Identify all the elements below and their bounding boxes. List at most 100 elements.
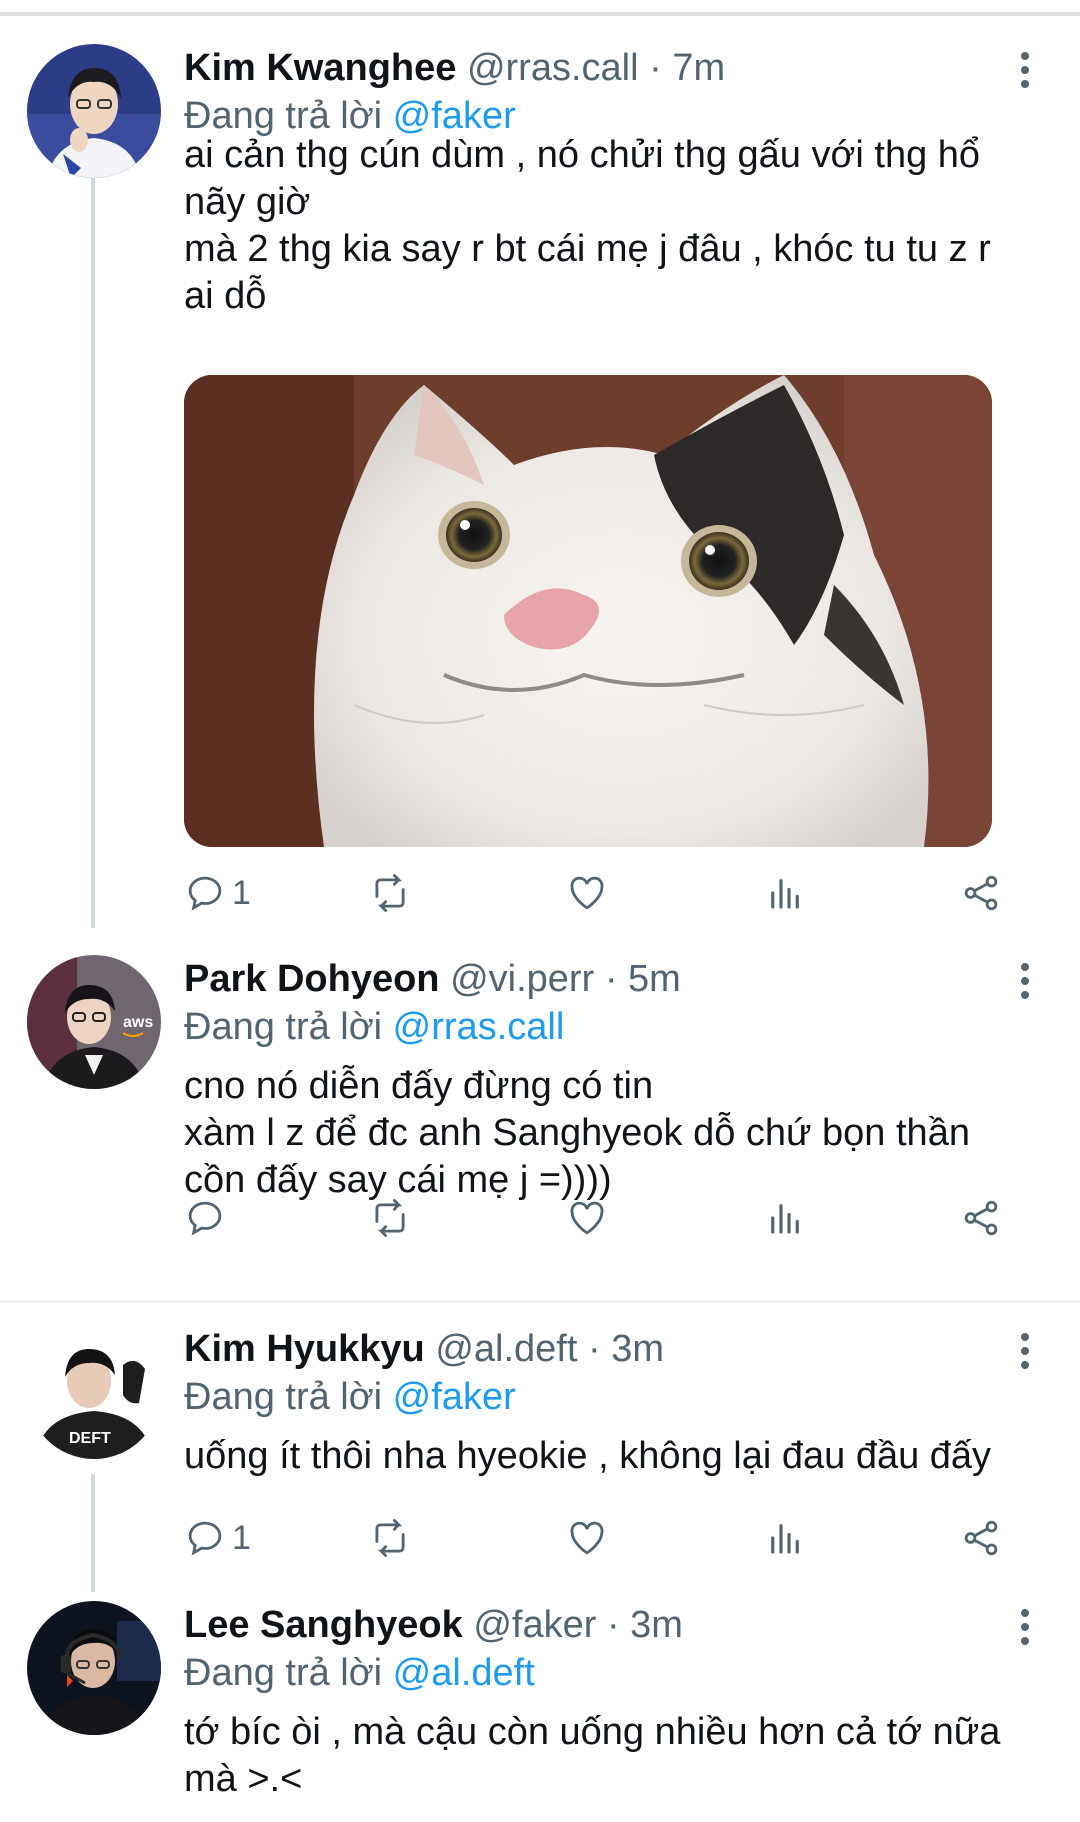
tweet-text-line: uống ít thôi nha hyeokie , không lại đau… bbox=[184, 1435, 992, 1477]
author-handle[interactable]: @faker bbox=[473, 1604, 596, 1646]
author-handle[interactable]: @rras.call bbox=[467, 47, 639, 89]
like-button[interactable] bbox=[566, 1195, 614, 1241]
replying-prefix: Đang trả lời bbox=[184, 1376, 383, 1418]
author-name[interactable]: Kim Hyukkyu bbox=[184, 1328, 425, 1370]
replying-to-link[interactable]: @faker bbox=[393, 95, 516, 137]
tweet-text: uống ít thôi nha hyeokie , không lại đau… bbox=[184, 1433, 1044, 1480]
reply-button[interactable]: 1 bbox=[184, 870, 251, 916]
share-button[interactable] bbox=[960, 870, 1002, 916]
like-button[interactable] bbox=[566, 1515, 614, 1561]
tweet-text-line: mà >.< bbox=[184, 1758, 303, 1800]
avatar[interactable]: aws bbox=[27, 955, 161, 1089]
avatar-image: DEFT bbox=[27, 1325, 161, 1459]
separator-dot: · bbox=[606, 1604, 620, 1646]
timestamp[interactable]: 3m bbox=[630, 1604, 683, 1646]
like-button[interactable] bbox=[566, 870, 614, 916]
deft-badge-text: DEFT bbox=[69, 1430, 111, 1447]
more-icon[interactable] bbox=[1010, 1333, 1040, 1373]
separator-dot: · bbox=[587, 1328, 601, 1370]
separator-dot: · bbox=[649, 47, 662, 89]
author-handle[interactable]: @vi.perr bbox=[450, 958, 594, 1000]
reply-count: 1 bbox=[232, 1518, 251, 1557]
like-icon bbox=[570, 876, 604, 910]
author-name[interactable]: Lee Sanghyeok bbox=[184, 1604, 463, 1646]
reply-count: 1 bbox=[232, 873, 251, 912]
replying-to-link[interactable]: @rras.call bbox=[393, 1006, 565, 1048]
retweet-button[interactable] bbox=[369, 1515, 417, 1561]
tweet-header: Kim Kwanghee @rras.call · 7m bbox=[184, 44, 960, 92]
more-icon[interactable] bbox=[1010, 963, 1040, 1003]
tweet-divider bbox=[0, 1300, 1080, 1303]
share-icon bbox=[964, 1520, 998, 1556]
author-name[interactable]: Kim Kwanghee bbox=[184, 47, 456, 89]
tweet-header: Kim Hyukkyu @al.deft · 3m bbox=[184, 1325, 960, 1373]
author-name[interactable]: Park Dohyeon bbox=[184, 958, 440, 1000]
author-handle[interactable]: @al.deft bbox=[435, 1328, 577, 1370]
reply-icon bbox=[188, 1201, 222, 1236]
cat-photo bbox=[184, 375, 992, 847]
top-divider bbox=[0, 12, 1080, 16]
replying-prefix: Đang trả lời bbox=[184, 1006, 383, 1048]
replying-to-link[interactable]: @faker bbox=[393, 1376, 516, 1418]
tweet-text-line: tớ bíc òi , mà cậu còn uống nhiều hơn cả… bbox=[184, 1711, 1001, 1753]
tweet-text-line: mà 2 thg kia say r bt cái mẹ j đâu , khó… bbox=[184, 228, 991, 270]
share-icon bbox=[964, 1200, 998, 1236]
tweet-text: ai cản thg cún dùm , nó chửi thg gấu với… bbox=[184, 132, 1044, 320]
avatar-image bbox=[27, 44, 161, 178]
tweet-text: cno nó diễn đấy đừng có tin xàm l z để đ… bbox=[184, 1063, 1044, 1204]
analytics-button[interactable] bbox=[764, 1195, 806, 1241]
retweet-icon bbox=[375, 1199, 405, 1237]
tweet[interactable]: DEFT Kim Hyukkyu @al.deft · 3m Đang trả … bbox=[0, 1325, 1080, 1565]
avatar[interactable] bbox=[27, 44, 161, 178]
tweet-text: tớ bíc òi , mà cậu còn uống nhiều hơn cả… bbox=[184, 1709, 1044, 1803]
like-icon bbox=[570, 1201, 604, 1235]
retweet-icon bbox=[375, 874, 405, 912]
tweet-actions: 1 bbox=[184, 1515, 1024, 1561]
tweet-text-line: nãy giờ bbox=[184, 181, 311, 223]
like-icon bbox=[570, 1521, 604, 1555]
tweet-actions bbox=[184, 1195, 1024, 1241]
tweet[interactable]: aws Park Dohyeon @vi.perr · 5m Đang trả … bbox=[0, 955, 1080, 1275]
tweet[interactable]: Kim Kwanghee @rras.call · 7m Đang trả lờ… bbox=[0, 44, 1080, 924]
timestamp[interactable]: 7m bbox=[672, 47, 725, 89]
analytics-icon bbox=[771, 879, 799, 909]
tweet-text-line: ai cản thg cún dùm , nó chửi thg gấu với… bbox=[184, 134, 981, 176]
analytics-button[interactable] bbox=[764, 1515, 806, 1561]
separator-dot: · bbox=[604, 958, 618, 1000]
tweet-header: Lee Sanghyeok @faker · 3m bbox=[184, 1601, 960, 1649]
reply-button[interactable] bbox=[184, 1195, 232, 1241]
avatar[interactable]: DEFT bbox=[27, 1325, 161, 1459]
tweet[interactable]: Lee Sanghyeok @faker · 3m Đang trả lời @… bbox=[0, 1601, 1080, 1822]
analytics-icon bbox=[771, 1524, 799, 1554]
replying-prefix: Đang trả lời bbox=[184, 95, 383, 137]
share-icon bbox=[964, 875, 998, 911]
timestamp[interactable]: 5m bbox=[628, 958, 681, 1000]
retweet-icon bbox=[375, 1519, 405, 1557]
reply-icon bbox=[188, 876, 222, 911]
replying-to: Đang trả lời @rras.call bbox=[184, 1003, 564, 1051]
replying-prefix: Đang trả lời bbox=[184, 1652, 383, 1694]
timestamp[interactable]: 3m bbox=[611, 1328, 664, 1370]
tweet-actions: 1 bbox=[184, 870, 1024, 916]
share-button[interactable] bbox=[960, 1195, 1002, 1241]
reply-icon bbox=[188, 1521, 222, 1556]
avatar-image: aws bbox=[27, 955, 161, 1089]
avatar-image bbox=[27, 1601, 161, 1735]
analytics-icon bbox=[771, 1204, 799, 1234]
tweet-image[interactable] bbox=[184, 375, 992, 847]
aws-badge-text: aws bbox=[123, 1014, 153, 1031]
tweet-text-line: cno nó diễn đấy đừng có tin bbox=[184, 1065, 654, 1107]
retweet-button[interactable] bbox=[369, 870, 417, 916]
tweet-header: Park Dohyeon @vi.perr · 5m bbox=[184, 955, 960, 1003]
more-icon[interactable] bbox=[1010, 52, 1040, 92]
share-button[interactable] bbox=[960, 1515, 1002, 1561]
retweet-button[interactable] bbox=[369, 1195, 417, 1241]
replying-to-link[interactable]: @al.deft bbox=[393, 1652, 535, 1694]
tweet-text-line: ai dỗ bbox=[184, 275, 267, 317]
tweet-text-line: xàm l z để đc anh Sanghyeok dỗ chứ bọn t… bbox=[184, 1112, 970, 1154]
avatar[interactable] bbox=[27, 1601, 161, 1735]
more-icon[interactable] bbox=[1010, 1609, 1040, 1649]
replying-to: Đang trả lời @al.deft bbox=[184, 1649, 535, 1697]
reply-button[interactable]: 1 bbox=[184, 1515, 251, 1561]
analytics-button[interactable] bbox=[764, 870, 806, 916]
